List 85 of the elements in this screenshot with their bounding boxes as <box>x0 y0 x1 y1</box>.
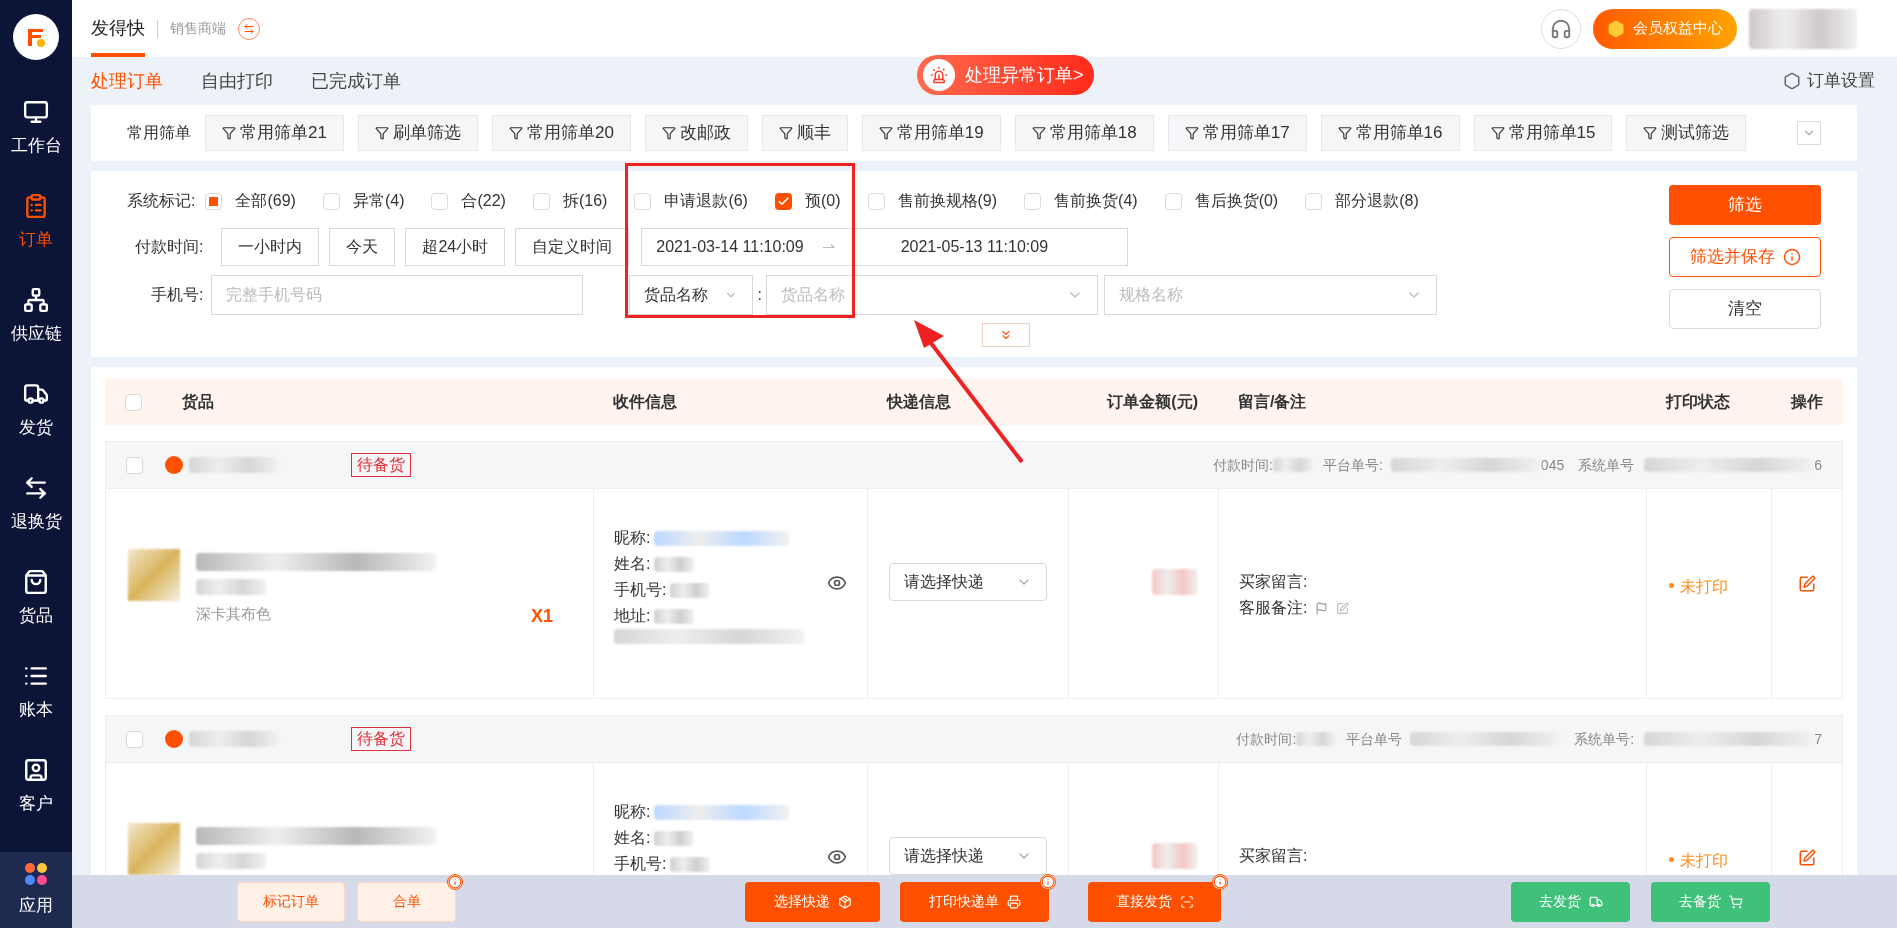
system-no-tail: 7 <box>1814 729 1822 749</box>
status-tag: 待备货 <box>351 453 411 477</box>
app-name: 发得快 <box>91 0 145 57</box>
column-header: 打印状态 <box>1666 392 1730 412</box>
marks-label: 系统标记: <box>127 191 196 211</box>
column-header: 留言/备注 <box>1238 392 1307 412</box>
date-separator: ⇀ <box>821 237 835 257</box>
platform-no-tail: 045 <box>1540 455 1565 475</box>
sidebar-item[interactable]: 发货 <box>0 364 72 458</box>
print-status: 未打印 <box>1680 577 1728 597</box>
colon: : <box>757 285 762 305</box>
note-label: 客服备注: <box>1239 598 1308 618</box>
phone-field[interactable]: 完整手机号码 <box>211 275 584 315</box>
system-no-label: 系统单号 <box>1578 455 1635 475</box>
apps-button[interactable]: 应用 <box>0 852 72 928</box>
recipient-label: 手机号: <box>614 854 667 874</box>
saved-filter-chip[interactable]: 常用筛单21 <box>205 115 344 151</box>
sidebar-item[interactable]: 客户 <box>0 740 72 834</box>
saved-filter-chip[interactable]: 刷单筛选 <box>357 115 478 151</box>
checkbox-label: 全部(69) <box>235 191 296 211</box>
checkbox-label: 部分退款(8) <box>1335 191 1419 211</box>
date-start: 2021-03-14 11:10:09 <box>656 237 804 257</box>
express-select[interactable]: 请选择快递 <box>889 563 1047 601</box>
time-preset-button[interactable]: 一小时内 <box>221 228 320 266</box>
column-header: 货品 <box>182 392 214 413</box>
recipient-label: 地址: <box>614 606 651 626</box>
checkbox-label: 申请退款(6) <box>664 191 748 211</box>
system-no-tail: 6 <box>1814 455 1822 475</box>
recipient-label: 手机号: <box>614 580 667 600</box>
product-spec: 深卡其布色 <box>196 604 272 624</box>
sidebar-item[interactable]: 工作台 <box>0 82 72 176</box>
saved-filter-chip[interactable]: 常用筛单19 <box>861 115 1001 151</box>
sidebar-item[interactable]: 订单 <box>0 176 72 270</box>
saved-filter-chip[interactable]: 常用筛单16 <box>1320 115 1460 151</box>
checkbox-label: 预(0) <box>804 191 841 211</box>
print-status: 未打印 <box>1680 851 1728 871</box>
saved-filter-chip[interactable]: 改邮政 <box>644 115 748 151</box>
saved-filter-chip[interactable]: 顺丰 <box>761 115 848 151</box>
saved-filter-chip[interactable]: 测试筛选 <box>1626 115 1747 151</box>
saved-filter-chip[interactable]: 常用筛单20 <box>491 115 631 151</box>
role-label: 销售商端 <box>170 19 226 38</box>
column-header: 订单金额(元) <box>1107 392 1198 412</box>
pay-time-label: 付款时间: <box>134 237 204 257</box>
time-preset-button[interactable]: 超24小时 <box>405 228 506 266</box>
recipient-label: 昵称: <box>614 802 651 822</box>
recipient-label: 昵称: <box>614 528 651 548</box>
quantity: X1 <box>530 605 553 628</box>
time-preset-button[interactable]: 自定义时间 <box>515 228 630 266</box>
sidebar-item[interactable]: 退换货 <box>0 458 72 552</box>
tab[interactable]: 自由打印 <box>201 67 273 95</box>
checkbox-label: 拆(16) <box>562 191 608 211</box>
recipient-label: 姓名: <box>614 828 651 848</box>
platform-no-label: 平台单号: <box>1322 455 1383 475</box>
checkbox-label: 售后换货(0) <box>1194 191 1279 211</box>
goods-type-select[interactable]: 货品名称 <box>629 275 754 315</box>
tab[interactable]: 已完成订单 <box>311 67 401 95</box>
pay-time-label: 付款时间: <box>1236 729 1297 749</box>
checkbox-label: 合(22) <box>461 191 506 211</box>
platform-no-label: 平台单号 <box>1346 729 1403 749</box>
sidebar-item[interactable]: 账本 <box>0 646 72 740</box>
express-select[interactable]: 请选择快递 <box>889 837 1047 875</box>
pay-time-label: 付款时间: <box>1213 455 1273 475</box>
date-range-field[interactable]: 2021-03-14 11:10:09 ⇀ 2021-05-13 11:10:09 <box>641 228 1129 266</box>
saved-filter-chip[interactable]: 常用筛单17 <box>1167 115 1307 151</box>
filter-action-button[interactable]: 清空 <box>1669 289 1821 329</box>
saved-filter-chip[interactable]: 常用筛单18 <box>1014 115 1154 151</box>
column-header: 收件信息 <box>613 392 677 412</box>
status-tag: 待备货 <box>351 727 411 751</box>
saved-filter-chip[interactable]: 常用筛单15 <box>1473 115 1613 151</box>
sidebar-item[interactable]: 货品 <box>0 552 72 646</box>
checkbox-label: 售前换货(4) <box>1054 191 1138 211</box>
note-label: 买家留言: <box>1239 572 1308 592</box>
column-header: 操作 <box>1791 392 1823 412</box>
system-no-label: 系统单号: <box>1574 729 1635 749</box>
saved-filters-label: 常用筛单 <box>127 123 191 143</box>
phone-label: 手机号: <box>150 285 204 305</box>
time-preset-button[interactable]: 今天 <box>329 228 396 266</box>
date-end: 2021-05-13 11:10:09 <box>900 237 1049 257</box>
settings-link[interactable]: 订单设置 <box>1783 68 1875 94</box>
recipient-label: 姓名: <box>614 554 651 574</box>
sidebar-item[interactable]: 供应链 <box>0 270 72 364</box>
checkbox-label: 异常(4) <box>352 191 405 211</box>
checkbox-label: 售前换规格(9) <box>897 191 998 211</box>
note-label: 买家留言: <box>1239 846 1308 866</box>
column-header: 快递信息 <box>887 392 951 412</box>
